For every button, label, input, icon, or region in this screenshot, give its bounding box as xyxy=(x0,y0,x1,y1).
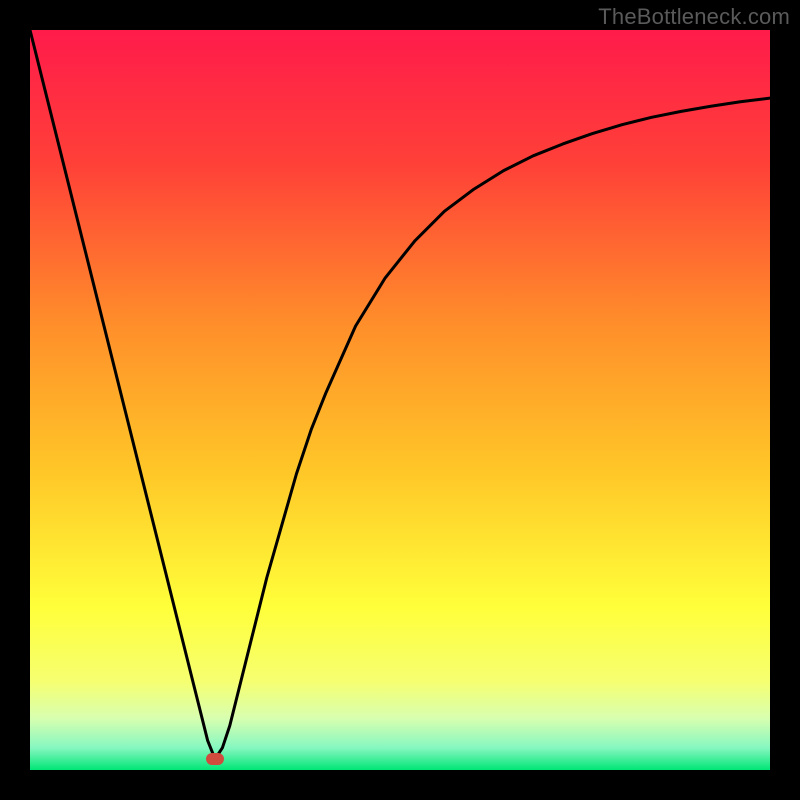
watermark-label: TheBottleneck.com xyxy=(598,4,790,30)
chart-frame: TheBottleneck.com xyxy=(0,0,800,800)
curve-layer xyxy=(30,30,770,770)
optimal-marker xyxy=(206,753,224,765)
bottleneck-curve xyxy=(30,30,770,759)
plot-area xyxy=(30,30,770,770)
